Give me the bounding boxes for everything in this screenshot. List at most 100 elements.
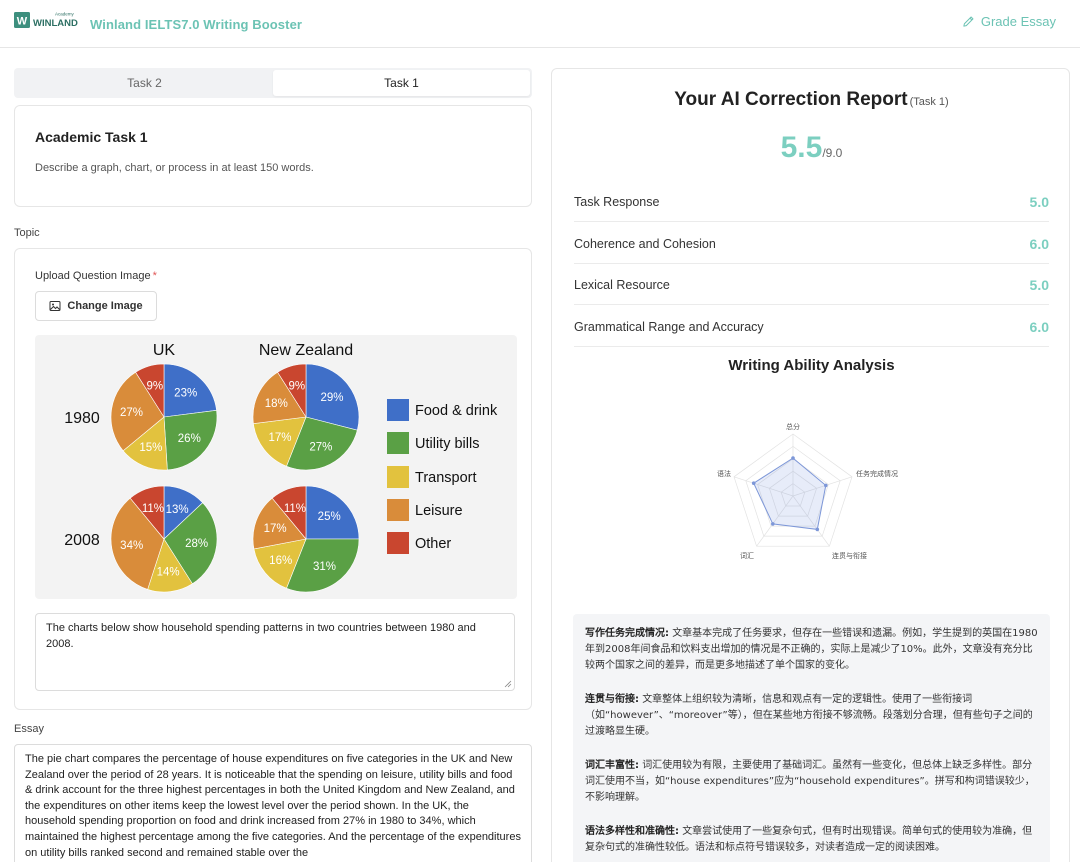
radar-data (751, 456, 828, 532)
legend-label-other: Other (415, 536, 451, 552)
legend-swatch-utility-bills (387, 432, 409, 454)
image-icon (49, 301, 61, 311)
pie-slice-label: 11% (142, 503, 164, 515)
report-task-tag: (Task 1) (909, 96, 949, 108)
pencil-icon (963, 16, 974, 27)
legend-label-transport: Transport (415, 470, 477, 486)
radar-area (753, 457, 827, 530)
overall-score: 5.5/9.0 (552, 131, 1071, 165)
overall-score-max: /9.0 (822, 146, 843, 160)
report-title-text: Your AI Correction Report (674, 89, 908, 110)
legend-label-food-drink: Food & drink (415, 403, 498, 419)
criterion-name: Task Response (574, 194, 660, 209)
radar-point (791, 456, 795, 460)
legend-swatch-transport (387, 466, 409, 488)
app-header: W WINLAND Academy Winland IELTS7.0 Writi… (0, 0, 1080, 48)
radar-point (771, 522, 775, 526)
tab-task-2[interactable]: Task 2 (16, 70, 273, 96)
radar-point (751, 481, 756, 485)
feedback-heading: 词汇丰富性: (585, 760, 639, 771)
pie-slice-label: 31% (313, 561, 336, 573)
feedback-text: 文章整体上组织较为清晰，信息和观点有一定的逻辑性。使用了一些衔接词（如“howe… (585, 694, 1033, 737)
criterion-name: Lexical Resource (574, 277, 670, 292)
winland-logo[interactable]: W WINLAND Academy (14, 10, 78, 32)
pie-nz-1980: 29% 27% 17% 18%9% (252, 363, 360, 471)
radar-axis-label: 任务完成情况 (856, 469, 898, 478)
feedback-lexical: 词汇丰富性: 词汇使用较为有限，主要使用了基础词汇。虽然有一些变化，但总体上缺乏… (585, 758, 1038, 806)
grade-essay-button[interactable]: Grade Essay (962, 14, 1056, 29)
criterion-name: Grammatical Range and Accuracy (574, 319, 764, 334)
pie-slice-label: 26% (178, 433, 201, 445)
pie-slice-label: 14% (157, 567, 180, 579)
pie-slice-label: 15% (139, 442, 162, 454)
legend-swatch-leisure (387, 499, 409, 521)
pie-charts-figure: UK New Zealand 1980 2008 23%26%15%27%9%2… (64, 342, 498, 593)
essay-textarea[interactable]: The pie chart compares the percentage of… (14, 744, 532, 862)
feedback-text: 词汇使用较为有限，主要使用了基础词汇。虽然有一些变化，但总体上缺乏多样性。部分词… (585, 760, 1035, 803)
upload-label-text: Upload Question Image (35, 270, 151, 282)
pie-slice-label: 17% (268, 432, 291, 444)
svg-text:W: W (17, 16, 28, 28)
pie-nz-2008: 25% 31% 16% 17% 11% (252, 485, 360, 593)
radar-axis-label: 语法 (717, 469, 731, 478)
criterion-score: 6.0 (1029, 318, 1049, 335)
row-label-2008: 2008 (64, 532, 100, 549)
feedback-grammar: 语法多样性和准确性: 文章尝试使用了一些复杂句式，但有时出现错误。简单句式的使用… (585, 824, 1038, 856)
criterion-score: 6.0 (1029, 235, 1049, 252)
feedback-heading: 连贯与衔接: (585, 694, 639, 705)
pie-slice-label: 16% (269, 555, 292, 567)
svg-text:WINLAND: WINLAND (33, 18, 78, 29)
resize-grip-icon[interactable] (504, 680, 512, 688)
pie-slice-label: 18% (265, 398, 288, 410)
ability-radar-chart: 总分 任务完成情况 连贯与衔接 词汇 语法 (717, 422, 898, 560)
legend-swatch-food-drink (387, 399, 409, 421)
tab-task-1[interactable]: Task 1 (273, 70, 530, 96)
topic-label: Topic (14, 227, 40, 239)
radar-point (824, 483, 828, 488)
essay-label: Essay (14, 723, 44, 735)
topic-card: Upload Question Image * Change Image UK N… (14, 248, 532, 710)
criterion-coherence-cohesion: Coherence and Cohesion 6.0 (574, 224, 1049, 264)
report-title: Your AI Correction Report (Task 1) (552, 89, 1071, 111)
app-title: Winland IELTS7.0 Writing Booster (90, 17, 303, 32)
change-image-button[interactable]: Change Image (35, 291, 157, 321)
grade-essay-label: Grade Essay (980, 14, 1056, 29)
task-title: Academic Task 1 (35, 129, 148, 145)
radar-point (815, 527, 820, 532)
task-card: Academic Task 1 Describe a graph, chart,… (14, 105, 532, 207)
feedback-heading: 写作任务完成情况: (585, 628, 669, 639)
pie-uk-2008: 13% 28% 14% 34% 11% (110, 485, 218, 593)
legend-swatch-other (387, 532, 409, 554)
criterion-score: 5.0 (1029, 276, 1049, 293)
feedback-heading: 语法多样性和准确性: (585, 826, 679, 837)
task-tabs: Task 2 Task 1 (14, 68, 532, 98)
radar-axis-label: 总分 (786, 422, 800, 431)
writing-ability-analysis-title: Writing Ability Analysis (728, 357, 895, 374)
question-image: UK New Zealand 1980 2008 23% 26% 15% 27% 9% 2… (35, 335, 517, 599)
pie-slice-label: 23% (174, 387, 197, 399)
pie-slice-label: 25% (318, 511, 341, 523)
svg-text:Academy: Academy (55, 12, 75, 17)
radar-axis-label: 连贯与衔接 (832, 551, 867, 560)
pie-slice-label: 11% (284, 503, 306, 515)
pie-slice-label: 34% (120, 540, 143, 552)
col-label-uk: UK (153, 342, 176, 359)
feedback-panel: 写作任务完成情况: 文章基本完成了任务要求，但存在一些错误和遗漏。例如，学生提到… (573, 614, 1050, 862)
task-description: Describe a graph, chart, or process in a… (35, 162, 314, 174)
criterion-score: 5.0 (1029, 193, 1049, 210)
pie-uk-1980: 23% 26% 15% 27% 9% (110, 363, 218, 471)
pie-slice-label: 9% (146, 380, 163, 392)
required-mark: * (152, 270, 157, 282)
pie-slice-label: 27% (309, 441, 332, 453)
criterion-name: Coherence and Cohesion (574, 236, 716, 251)
topic-description-textarea[interactable]: The charts below show household spending… (35, 613, 515, 691)
pie-slice-label: 27% (120, 407, 143, 419)
change-image-label: Change Image (67, 300, 143, 312)
feedback-coherence: 连贯与衔接: 文章整体上组织较为清晰，信息和观点有一定的逻辑性。使用了一些衔接词… (585, 692, 1038, 740)
report-card: Your AI Correction Report (Task 1) 5.5/9.… (551, 68, 1070, 862)
upload-question-image-label: Upload Question Image * (35, 270, 157, 282)
pie-slice-label: 28% (185, 538, 208, 550)
pie-slice-label: 17% (264, 523, 287, 535)
criterion-lexical-resource: Lexical Resource 5.0 (574, 265, 1049, 305)
feedback-task-achievement: 写作任务完成情况: 文章基本完成了任务要求，但存在一些错误和遗漏。例如，学生提到… (585, 626, 1038, 674)
